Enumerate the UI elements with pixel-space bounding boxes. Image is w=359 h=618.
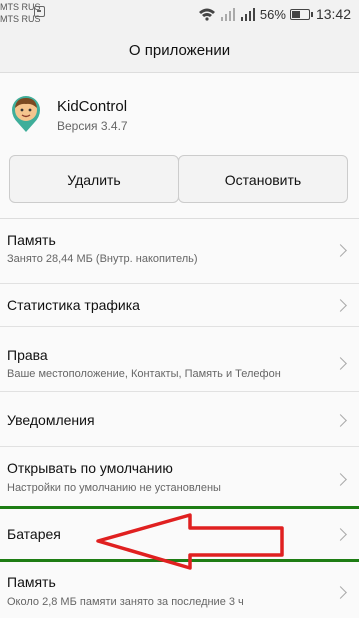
- status-bar: MTS RUS MTS RUS 56% 13:42: [0, 0, 359, 30]
- battery-icon: [289, 8, 313, 20]
- chevron-right-icon: [334, 244, 347, 257]
- chevron-right-icon: [334, 473, 347, 486]
- signal-icon: [220, 8, 235, 21]
- chevron-right-icon: [334, 357, 347, 370]
- annotation-line-top: [0, 506, 359, 509]
- list-item-permissions[interactable]: Права Ваше местоположение, Контакты, Пам…: [0, 327, 359, 392]
- list-item-title: Права: [7, 347, 48, 363]
- kidcontrol-app-icon: [12, 96, 40, 132]
- annotation-arrow-icon: [96, 513, 284, 570]
- chevron-right-icon: [334, 299, 347, 312]
- signal-icon: [240, 8, 255, 21]
- list-item-subtitle: Около 2,8 МБ памяти занято за последние …: [7, 596, 244, 608]
- list-item-subtitle: Ваше местоположение, Контакты, Память и …: [7, 368, 281, 380]
- app-header: KidControl Версия 3.4.7: [0, 73, 359, 153]
- list-item-open-by-default[interactable]: Открывать по умолчанию Настройки по умол…: [0, 447, 359, 508]
- list-item-title: Батарея: [7, 526, 61, 542]
- list-item-title: Статистика трафика: [7, 297, 140, 313]
- chevron-right-icon: [334, 528, 347, 541]
- list-item-title: Память: [7, 574, 56, 590]
- chevron-right-icon: [334, 414, 347, 427]
- page-title: О приложении: [128, 42, 231, 59]
- clock: 13:42: [315, 6, 351, 22]
- list-item-title: Открывать по умолчанию: [7, 460, 173, 476]
- delete-button[interactable]: Удалить: [9, 155, 179, 203]
- list-item-title: Память: [7, 232, 56, 248]
- wifi-icon: [198, 8, 215, 21]
- list-item-subtitle: Занято 28,44 МБ (Внутр. накопитель): [7, 253, 198, 265]
- battery-percent: 56%: [259, 6, 286, 22]
- title-bar: О приложении: [0, 30, 359, 73]
- app-version: Версия 3.4.7: [57, 119, 128, 133]
- list-item-traffic[interactable]: Статистика трафика: [0, 284, 359, 327]
- list-item-storage[interactable]: Память Занято 28,44 МБ (Внутр. накопител…: [0, 219, 359, 284]
- list-item-notifications[interactable]: Уведомления: [0, 392, 359, 447]
- status-icons: 56% 13:42: [198, 6, 351, 22]
- stop-button[interactable]: Остановить: [178, 155, 348, 203]
- chevron-right-icon: [334, 586, 347, 599]
- sim-icon: [34, 6, 45, 17]
- app-name: KidControl: [57, 98, 128, 115]
- list-item-title: Уведомления: [7, 412, 95, 428]
- list-item-subtitle: Настройки по умолчанию не установлены: [7, 482, 221, 494]
